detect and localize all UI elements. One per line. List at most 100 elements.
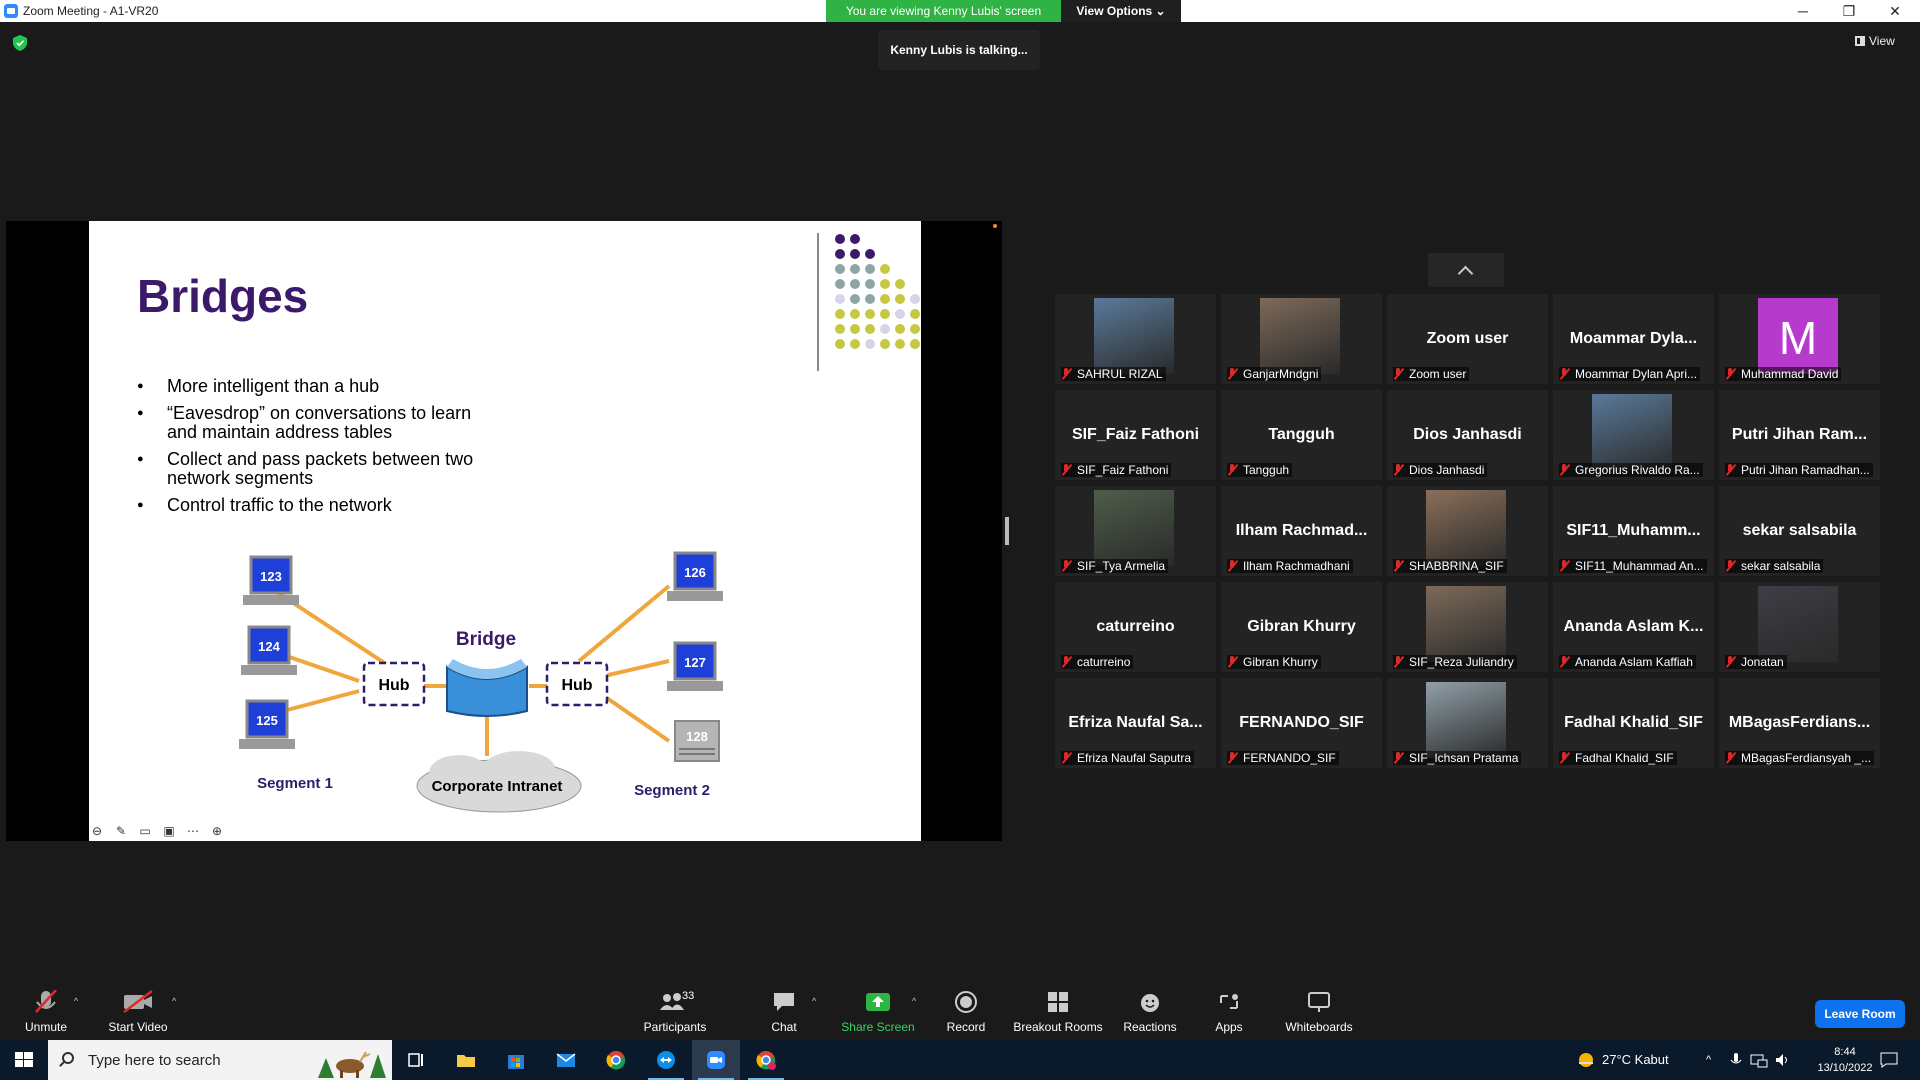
view-options-button[interactable]: View Options ⌄: [1061, 0, 1181, 22]
participant-tile[interactable]: SIF_Tya Armelia: [1055, 486, 1216, 576]
bridge-device: Bridge: [446, 629, 528, 717]
video-options-chevron-icon[interactable]: ^: [172, 996, 176, 1006]
participant-tile[interactable]: M Muhammad David: [1719, 294, 1880, 384]
start-video-button[interactable]: Start Video: [100, 978, 176, 1040]
participant-photo: [1592, 394, 1672, 470]
mail-icon[interactable]: [542, 1040, 590, 1080]
audio-options-chevron-icon[interactable]: ^: [74, 996, 78, 1006]
chat-options-chevron-icon[interactable]: ^: [812, 996, 816, 1006]
unmute-button[interactable]: Unmute: [18, 978, 74, 1040]
participant-tile[interactable]: Gibran Khurry Gibran Khurry: [1221, 582, 1382, 672]
taskbar-search[interactable]: Type here to search: [48, 1040, 392, 1080]
participant-name-label: caturreino: [1061, 655, 1134, 669]
microsoft-store-icon[interactable]: [492, 1040, 540, 1080]
avatar: M: [1758, 298, 1838, 374]
participant-name-label: Gregorius Rivaldo Ra...: [1559, 463, 1703, 477]
participant-display-name: Gibran Khurry: [1247, 618, 1356, 635]
mic-muted-icon: [1559, 368, 1572, 380]
participant-name-label: FERNANDO_SIF: [1227, 751, 1339, 765]
mic-muted-icon: [1393, 560, 1406, 572]
participant-tile[interactable]: SAHRUL RIZAL: [1055, 294, 1216, 384]
participant-name-label: SIF11_Muhammad An...: [1559, 559, 1707, 573]
participant-tile[interactable]: sekar salsabila sekar salsabila: [1719, 486, 1880, 576]
maximize-button[interactable]: ❐: [1826, 0, 1872, 22]
participant-tile[interactable]: MBagasFerdians... MBagasFerdiansyah _...: [1719, 678, 1880, 768]
computer-label: 125: [256, 713, 278, 728]
participant-tile[interactable]: Dios Janhasdi Dios Janhasdi: [1387, 390, 1548, 480]
participant-tile[interactable]: SIF11_Muhamm... SIF11_Muhammad An...: [1553, 486, 1714, 576]
gallery-up-arrow-icon[interactable]: [1428, 253, 1504, 287]
participant-tile[interactable]: SIF_Faiz Fathoni SIF_Faiz Fathoni: [1055, 390, 1216, 480]
notifications-icon[interactable]: [1880, 1052, 1898, 1068]
mic-muted-icon: [1725, 560, 1738, 572]
computer-label: 124: [258, 639, 280, 654]
recording-dot-icon: [993, 224, 997, 228]
participant-display-name: Moammar Dyla...: [1569, 330, 1698, 347]
share-options-chevron-icon[interactable]: ^: [912, 996, 916, 1006]
participant-tile[interactable]: Putri Jihan Ram... Putri Jihan Ramadhan..…: [1719, 390, 1880, 480]
security-shield-icon[interactable]: [13, 35, 27, 51]
record-button[interactable]: Record: [942, 978, 990, 1040]
participant-tile[interactable]: SIF_Reza Juliandry: [1387, 582, 1548, 672]
windows-start-icon[interactable]: [0, 1040, 48, 1080]
participant-tile[interactable]: Fadhal Khalid_SIF Fadhal Khalid_SIF: [1553, 678, 1714, 768]
captions-icon[interactable]: ▭: [137, 823, 153, 839]
participant-tile[interactable]: GanjarMndgni: [1221, 294, 1382, 384]
show-hidden-icons-chevron-icon[interactable]: ^: [1706, 1040, 1711, 1080]
chat-button[interactable]: Chat: [768, 978, 800, 1040]
search-icon: [62, 1052, 74, 1064]
pen-icon[interactable]: ✎: [113, 823, 129, 839]
volume-icon[interactable]: [1774, 1052, 1790, 1068]
participant-tile[interactable]: SHABBRINA_SIF: [1387, 486, 1548, 576]
teamviewer-icon[interactable]: [642, 1040, 690, 1080]
taskbar-clock[interactable]: 8:44 13/10/2022: [1810, 1044, 1880, 1076]
network-icon[interactable]: [1750, 1052, 1768, 1068]
video-off-icon: [123, 990, 153, 1013]
file-explorer-icon[interactable]: [442, 1040, 490, 1080]
chrome-icon[interactable]: [592, 1040, 640, 1080]
participant-tile[interactable]: Ananda Aslam K... Ananda Aslam Kaffiah: [1553, 582, 1714, 672]
participant-display-name: SIF11_Muhamm...: [1566, 522, 1701, 539]
chrome-profile-icon[interactable]: [742, 1040, 790, 1080]
participant-name-label: Tangguh: [1227, 463, 1293, 477]
mic-muted-icon: [1061, 560, 1074, 572]
viewing-screen-banner: You are viewing Kenny Lubis' screen: [826, 0, 1061, 22]
task-view-icon[interactable]: [392, 1040, 440, 1080]
participant-display-name: SIF_Faiz Fathoni: [1071, 426, 1200, 443]
next-slide-icon[interactable]: ⊕: [209, 823, 225, 839]
zoom-taskbar-icon[interactable]: [692, 1040, 740, 1080]
meeting-toolbar: Unmute ^ Start Video ^ 33 Participants C…: [0, 978, 1920, 1040]
close-button[interactable]: ✕: [1872, 0, 1918, 22]
participant-tile[interactable]: Tangguh Tangguh: [1221, 390, 1382, 480]
mic-muted-icon: [1227, 464, 1240, 476]
more-icon[interactable]: ⋯: [185, 823, 201, 839]
resize-handle[interactable]: [1005, 517, 1009, 545]
presentation-slide: Bridges More intelligent than a hub “Eav…: [89, 221, 921, 841]
participant-tile[interactable]: Ilham Rachmad... Ilham Rachmadhani: [1221, 486, 1382, 576]
apps-button[interactable]: Apps: [1212, 978, 1246, 1040]
video-icon[interactable]: ▣: [161, 823, 177, 839]
share-screen-button[interactable]: Share Screen: [838, 978, 918, 1040]
computer-124: 124: [241, 625, 297, 675]
leave-room-button[interactable]: Leave Room: [1815, 1000, 1905, 1028]
breakout-rooms-button[interactable]: Breakout Rooms: [1012, 978, 1104, 1040]
participant-tile[interactable]: SIF_Ichsan Pratama: [1387, 678, 1548, 768]
minimize-button[interactable]: ─: [1780, 0, 1826, 22]
participant-tile[interactable]: Zoom user Zoom user: [1387, 294, 1548, 384]
participant-tile[interactable]: Jonatan: [1719, 582, 1880, 672]
participants-button[interactable]: 33 Participants: [640, 978, 710, 1040]
prev-slide-icon[interactable]: ⊖: [89, 823, 105, 839]
participant-tile[interactable]: Gregorius Rivaldo Ra...: [1553, 390, 1714, 480]
microphone-tray-icon[interactable]: [1728, 1052, 1744, 1068]
participant-tile[interactable]: Efriza Naufal Sa... Efriza Naufal Saputra: [1055, 678, 1216, 768]
whiteboards-button[interactable]: Whiteboards: [1282, 978, 1356, 1040]
view-button[interactable]: View: [1855, 34, 1895, 48]
weather-text[interactable]: 27°C Kabut: [1602, 1040, 1669, 1080]
participant-tile[interactable]: FERNANDO_SIF FERNANDO_SIF: [1221, 678, 1382, 768]
mic-muted-icon: [1559, 752, 1572, 764]
participant-tile[interactable]: Moammar Dyla... Moammar Dylan Apri...: [1553, 294, 1714, 384]
window-title: Zoom Meeting - A1-VR20: [23, 4, 159, 18]
participant-tile[interactable]: caturreino caturreino: [1055, 582, 1216, 672]
reactions-button[interactable]: Reactions: [1122, 978, 1178, 1040]
participant-name-label: Moammar Dylan Apri...: [1559, 367, 1701, 381]
